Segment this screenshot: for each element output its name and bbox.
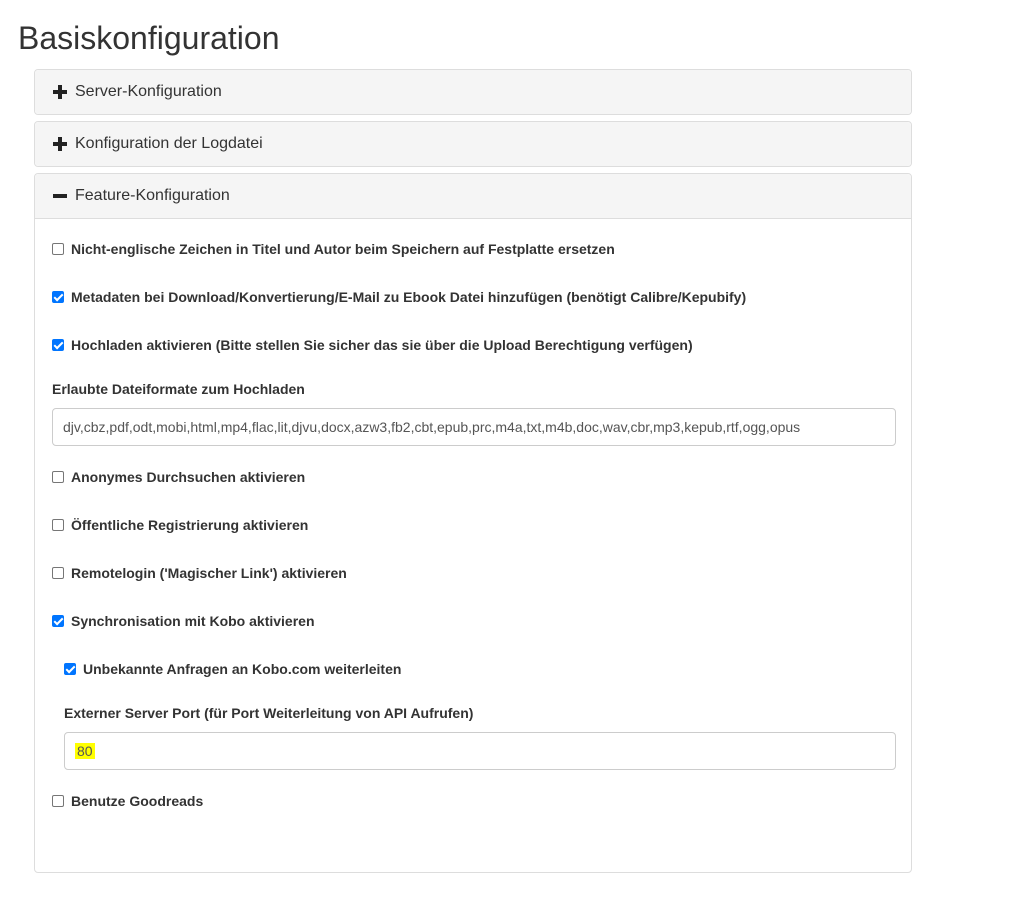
checkbox-label: Metadaten bei Download/Konvertierung/E-M… <box>71 289 747 305</box>
plus-icon <box>53 137 67 151</box>
checkbox-row-public-registration[interactable]: Öffentliche Registrierung aktivieren <box>52 517 308 533</box>
panel-logfile-config: Konfiguration der Logdatei <box>34 121 912 167</box>
checkbox-embed-metadata[interactable] <box>52 291 64 303</box>
checkbox-row-anonymous-browse[interactable]: Anonymes Durchsuchen aktivieren <box>52 469 305 485</box>
panel-heading-feature-config[interactable]: Feature-Konfiguration <box>35 174 911 219</box>
checkbox-uploading[interactable] <box>52 339 64 351</box>
panel-title-server-config: Server-Konfiguration <box>75 83 222 100</box>
allowed-formats-label: Erlaubte Dateiformate zum Hochladen <box>52 381 305 397</box>
panel-body-feature-config: Nicht-englische Zeichen in Titel und Aut… <box>35 219 911 919</box>
checkbox-public-registration[interactable] <box>52 519 64 531</box>
checkbox-row-kobo-proxy[interactable]: Unbekannte Anfragen an Kobo.com weiterle… <box>64 661 401 677</box>
checkbox-label: Synchronisation mit Kobo aktivieren <box>71 613 315 629</box>
panel-heading-server-config[interactable]: Server-Konfiguration <box>35 70 911 114</box>
checkbox-label: Hochladen aktivieren (Bitte stellen Sie … <box>71 337 693 353</box>
checkbox-kobo-sync[interactable] <box>52 615 64 627</box>
allowed-formats-input[interactable]: djv,cbz,pdf,odt,mobi,html,mp4,flac,lit,d… <box>52 408 896 446</box>
checkbox-row-kobo-sync[interactable]: Synchronisation mit Kobo aktivieren <box>52 613 315 629</box>
checkbox-kobo-proxy[interactable] <box>64 663 76 675</box>
checkbox-row-remote-login[interactable]: Remotelogin ('Magischer Link') aktiviere… <box>52 565 347 581</box>
checkbox-label: Unbekannte Anfragen an Kobo.com weiterle… <box>83 661 402 677</box>
external-port-value: 80 <box>75 743 95 759</box>
minus-icon <box>53 189 67 203</box>
checkbox-label: Benutze Goodreads <box>71 793 204 809</box>
external-port-input[interactable]: 80 <box>64 732 896 770</box>
plus-icon <box>53 85 67 99</box>
checkbox-row-embed-metadata[interactable]: Metadaten bei Download/Konvertierung/E-M… <box>52 289 746 305</box>
checkbox-label: Remotelogin ('Magischer Link') aktiviere… <box>71 565 347 581</box>
checkbox-label: Anonymes Durchsuchen aktivieren <box>71 469 306 485</box>
checkbox-row-uploading[interactable]: Hochladen aktivieren (Bitte stellen Sie … <box>52 337 693 353</box>
checkbox-remote-login[interactable] <box>52 567 64 579</box>
panel-server-config: Server-Konfiguration <box>34 69 912 115</box>
panel-title-logfile-config: Konfiguration der Logdatei <box>75 135 263 152</box>
checkbox-row-goodreads[interactable]: Benutze Goodreads <box>52 793 203 809</box>
checkbox-anonymous-browse[interactable] <box>52 471 64 483</box>
external-port-label: Externer Server Port (für Port Weiterlei… <box>64 705 474 721</box>
panel-title-feature-config: Feature-Konfiguration <box>75 187 230 204</box>
checkbox-label: Nicht-englische Zeichen in Titel und Aut… <box>71 241 615 257</box>
checkbox-unicode-filenames[interactable] <box>52 243 64 255</box>
panel-feature-config: Feature-Konfiguration Nicht-englische Ze… <box>34 173 912 873</box>
checkbox-goodreads[interactable] <box>52 795 64 807</box>
page-title: Basiskonfiguration <box>18 20 280 56</box>
panel-heading-logfile-config[interactable]: Konfiguration der Logdatei <box>35 122 911 166</box>
checkbox-row-unicode-filenames[interactable]: Nicht-englische Zeichen in Titel und Aut… <box>52 241 615 257</box>
checkbox-label: Öffentliche Registrierung aktivieren <box>71 517 309 533</box>
